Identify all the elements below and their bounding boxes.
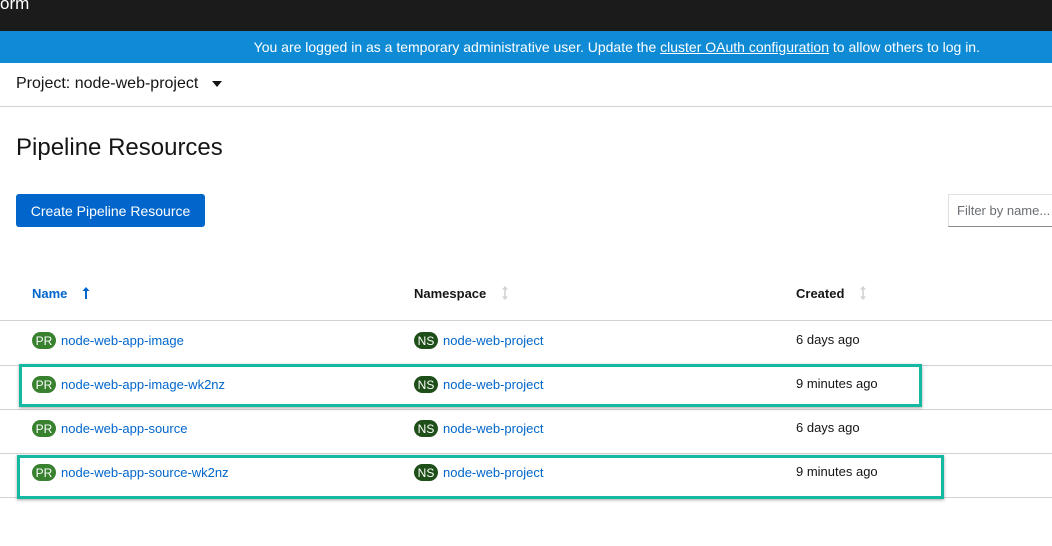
column-header-created[interactable]: Created [796,285,870,301]
resource-name-cell: PR node-web-app-image [32,332,184,349]
page-title: Pipeline Resources [16,134,223,161]
column-label-name: Name [32,285,68,301]
caret-down-icon [212,81,223,87]
created-cell: 6 days ago [796,332,860,347]
namespace-link[interactable]: node-web-project [443,465,543,480]
project-bar: Project: node-web-project [0,63,1052,107]
pr-badge: PR [32,376,56,393]
column-label-namespace: Namespace [414,285,487,301]
masthead: orm [0,0,1052,31]
column-label-created: Created [796,285,845,301]
created-cell: 6 days ago [796,420,860,435]
banner-text-before: You are logged in as a temporary adminis… [253,39,661,55]
table-row: PR node-web-app-source NS node-web-proje… [0,409,1052,454]
ns-badge: NS [414,376,438,393]
table-row: PR node-web-app-image NS node-web-projec… [0,321,1052,366]
banner-message: You are logged in as a temporary adminis… [254,39,980,55]
created-cell: 9 minutes ago [796,376,878,391]
create-pipeline-resource-button[interactable]: Create Pipeline Resource [16,194,205,227]
table-row: PR node-web-app-image-wk2nz NS node-web-… [0,365,1052,410]
pr-badge: PR [32,420,56,437]
resource-name-link[interactable]: node-web-app-source [61,421,187,436]
resource-name-cell: PR node-web-app-source [32,420,187,437]
resource-name-cell: PR node-web-app-source-wk2nz [32,464,229,481]
namespace-cell: NS node-web-project [414,464,543,481]
project-selector[interactable]: Project: node-web-project [16,75,223,93]
brand-title: orm [0,0,30,13]
cluster-banner: You are logged in as a temporary adminis… [0,31,1052,63]
namespace-cell: NS node-web-project [414,332,543,349]
table-row: PR node-web-app-source-wk2nz NS node-web… [0,453,1052,498]
cluster-oauth-link[interactable]: cluster OAuth configuration [660,39,829,55]
column-header-namespace[interactable]: Namespace [414,285,512,301]
sort-icon [502,286,509,300]
sort-ascending-icon [82,287,90,299]
created-cell: 9 minutes ago [796,464,878,479]
namespace-cell: NS node-web-project [414,420,543,437]
namespace-link[interactable]: node-web-project [443,333,543,348]
banner-text-after: to allow others to log in. [829,39,980,55]
resource-name-link[interactable]: node-web-app-image [61,333,184,348]
resource-name-link[interactable]: node-web-app-source-wk2nz [61,465,229,480]
namespace-link[interactable]: node-web-project [443,421,543,436]
pr-badge: PR [32,464,56,481]
ns-badge: NS [414,464,438,481]
resource-name-link[interactable]: node-web-app-image-wk2nz [61,377,225,392]
namespace-link[interactable]: node-web-project [443,377,543,392]
sort-icon [860,286,867,300]
namespace-cell: NS node-web-project [414,376,543,393]
pr-badge: PR [32,332,56,349]
project-label: Project: node-web-project [16,75,199,92]
column-header-name[interactable]: Name [32,285,93,301]
resource-name-cell: PR node-web-app-image-wk2nz [32,376,225,393]
filter-by-name-input[interactable] [948,194,1052,227]
table-header: Name Namespace Created [0,276,1052,321]
ns-badge: NS [414,332,438,349]
ns-badge: NS [414,420,438,437]
